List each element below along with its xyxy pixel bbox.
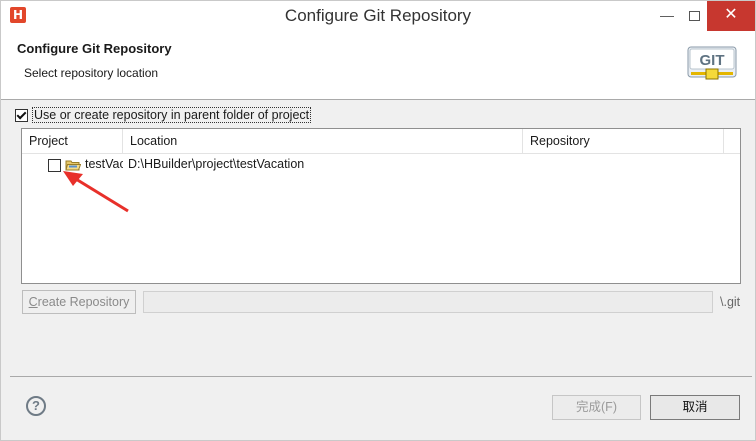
title-bar[interactable]: H Configure Git Repository — ✕ (1, 1, 755, 31)
use-parent-folder-option[interactable]: Use or create repository in parent folde… (15, 107, 312, 123)
page-title: Configure Git Repository (17, 41, 172, 56)
table-header: Project Location Repository (22, 129, 740, 154)
help-icon[interactable]: ? (26, 396, 46, 416)
annotation-arrow-icon (63, 171, 129, 213)
maximize-icon (688, 10, 700, 21)
column-header-project[interactable]: Project (22, 129, 123, 153)
git-logo-text: GIT (700, 52, 725, 69)
git-suffix-label: \.git (720, 295, 741, 309)
create-repository-mnemonic: C (28, 295, 38, 309)
column-header-repository[interactable]: Repository (523, 129, 724, 153)
project-location-cell: D:\HBuilder\project\testVacation (128, 157, 305, 171)
cancel-button[interactable]: 取消 (650, 395, 740, 420)
window-title: Configure Git Repository (284, 6, 472, 25)
use-parent-folder-checkbox[interactable] (15, 108, 28, 122)
create-repository-button[interactable]: Create Repository (22, 290, 136, 314)
use-parent-folder-label[interactable]: Use or create repository in parent folde… (32, 107, 312, 123)
finish-button[interactable]: 完成(F) (552, 395, 641, 420)
create-repository-label: reate Repository (37, 295, 130, 309)
close-button[interactable]: ✕ (707, 1, 755, 31)
page-subtitle: Select repository location (24, 66, 159, 80)
wizard-banner: Configure Git Repository Select reposito… (1, 31, 755, 100)
dialog-window: H Configure Git Repository — ✕ Configure… (0, 0, 756, 441)
footer-divider (10, 376, 752, 377)
repository-path-field[interactable] (143, 291, 713, 313)
project-row-checkbox[interactable] (48, 159, 61, 172)
column-header-location[interactable]: Location (123, 129, 523, 153)
minimize-button[interactable]: — (652, 1, 682, 31)
git-logo-icon: GIT (687, 46, 737, 80)
maximize-button[interactable] (683, 1, 705, 31)
